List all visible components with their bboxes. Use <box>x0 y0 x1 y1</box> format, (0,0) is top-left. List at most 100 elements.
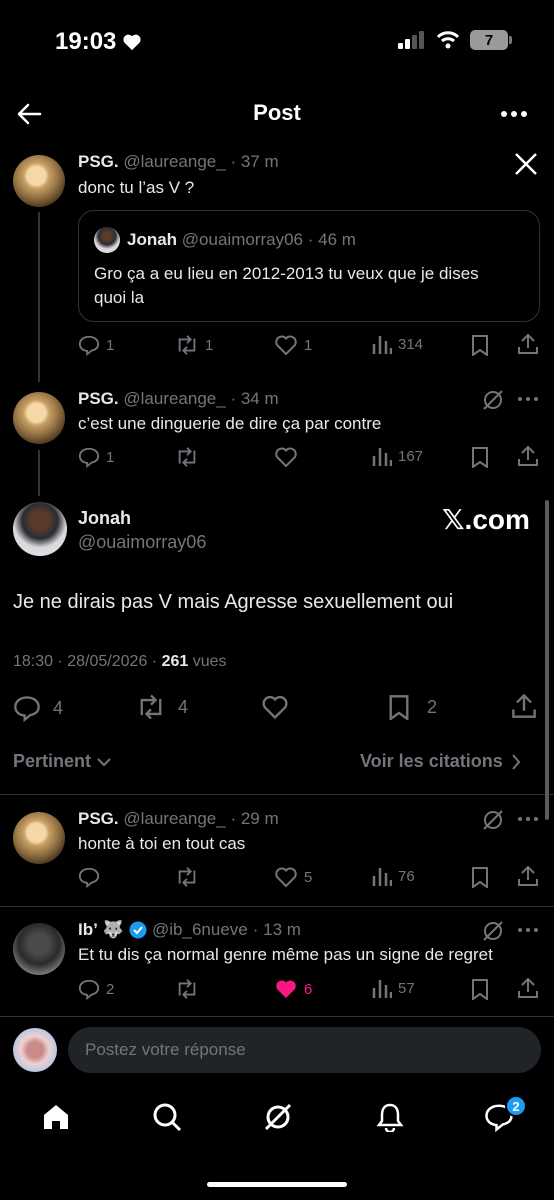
more-options-icon[interactable] <box>517 816 539 822</box>
x-logo-icon <box>515 153 537 175</box>
reply-button[interactable] <box>78 866 106 888</box>
post-text: c’est une dinguerie de dire ça par contr… <box>78 414 382 433</box>
quote-time: · 46 m <box>307 230 356 249</box>
repost-button[interactable] <box>175 446 205 468</box>
reply-icon <box>78 979 100 1000</box>
repost-icon <box>140 694 162 720</box>
repost-button[interactable]: 1 <box>175 334 213 356</box>
reply-button[interactable]: 1 <box>78 334 114 356</box>
author-name[interactable]: PSG. <box>78 809 119 828</box>
post-time: · 34 m <box>230 389 279 408</box>
views-button[interactable]: 76 <box>372 866 415 886</box>
avatar[interactable] <box>13 502 67 556</box>
avatar[interactable] <box>13 392 65 444</box>
author-handle[interactable]: @ib_6nueve <box>152 920 248 940</box>
repost-icon <box>178 867 196 887</box>
bookmark-button[interactable]: 2 <box>387 694 437 720</box>
bookmark-icon[interactable] <box>470 978 490 1000</box>
author-name[interactable]: PSG. <box>78 389 119 408</box>
heart-icon <box>275 335 297 356</box>
repost-button[interactable]: 4 <box>136 694 188 720</box>
views-button[interactable]: 167 <box>372 446 423 466</box>
post-time: · 13 m <box>252 920 301 939</box>
avatar[interactable] <box>13 923 65 975</box>
share-icon[interactable] <box>517 977 539 999</box>
more-options-icon[interactable] <box>517 927 539 933</box>
like-button[interactable] <box>274 446 304 468</box>
like-button[interactable]: 6 <box>274 978 312 1000</box>
more-options-icon[interactable] <box>517 396 539 402</box>
home-icon[interactable] <box>41 1102 71 1132</box>
share-icon[interactable] <box>517 865 539 887</box>
bookmark-icon[interactable] <box>470 866 490 888</box>
bookmark-icon[interactable] <box>470 446 490 468</box>
author-name[interactable]: Ib’ <box>78 920 98 940</box>
wifi-icon <box>436 31 460 49</box>
thread-line <box>38 450 40 496</box>
grok-icon[interactable] <box>482 389 504 411</box>
divider <box>0 794 554 795</box>
status-indicators: 7 <box>398 30 512 50</box>
author-emoji: 🐺 <box>102 920 125 939</box>
avatar[interactable] <box>13 155 65 207</box>
verified-badge-icon <box>129 921 147 939</box>
battery-indicator: 7 <box>470 30 512 50</box>
author-handle[interactable]: @laureange_ <box>123 809 225 828</box>
status-time: 19:03 <box>55 28 142 56</box>
notifications-bell-icon[interactable] <box>375 1102 405 1132</box>
bookmark-icon[interactable] <box>470 334 490 356</box>
author-handle[interactable]: @laureange_ <box>123 389 225 408</box>
quote-text: Gro ça a eu lieu en 2012-2013 tu veux qu… <box>94 264 479 307</box>
reply-button[interactable]: 2 <box>78 978 114 1000</box>
heart-icon <box>275 867 297 888</box>
share-icon[interactable] <box>517 445 539 467</box>
repost-icon <box>178 335 196 355</box>
heart-status-icon <box>123 34 141 51</box>
views-icon <box>372 448 392 466</box>
more-options-icon[interactable] <box>500 110 528 118</box>
share-icon[interactable] <box>517 333 539 355</box>
repost-button[interactable] <box>175 978 205 1000</box>
reply-button[interactable]: 4 <box>13 694 63 722</box>
main-post-text: Je ne dirais pas V mais Agresse sexuelle… <box>13 591 454 613</box>
repost-icon <box>178 979 196 999</box>
heart-icon[interactable] <box>261 694 289 720</box>
view-quotes-link[interactable]: Voir les citations <box>360 751 521 772</box>
brand-watermark: 𝕏.com <box>442 504 530 535</box>
search-icon[interactable] <box>152 1102 182 1132</box>
author-name[interactable]: PSG. <box>78 152 119 171</box>
grok-icon[interactable] <box>263 1102 293 1132</box>
chevron-right-icon <box>511 753 521 770</box>
reply3-header: PSG. @laureange_ · 29 m <box>78 809 279 829</box>
views-button[interactable]: 314 <box>372 334 423 354</box>
post-text: honte à toi en tout cas <box>78 834 246 853</box>
reply-input[interactable]: Postez votre réponse <box>68 1027 541 1073</box>
reply-button[interactable]: 1 <box>78 446 114 468</box>
author-handle[interactable]: @ouaimorray06 <box>78 532 206 553</box>
author-name[interactable]: Jonah <box>78 508 131 529</box>
reply-icon <box>78 867 100 888</box>
views-icon <box>372 336 392 354</box>
repost-button[interactable] <box>175 866 205 888</box>
views-button[interactable]: 57 <box>372 978 415 998</box>
reply-icon <box>14 696 40 722</box>
avatar[interactable] <box>13 812 65 864</box>
repost-icon <box>178 447 196 467</box>
like-button[interactable]: 5 <box>274 866 312 888</box>
divider <box>0 906 554 907</box>
page-title: Post <box>253 100 301 125</box>
quote-header: Jonah @ouaimorray06 · 46 m <box>127 230 356 250</box>
author-handle[interactable]: @laureange_ <box>123 152 225 171</box>
chevron-down-icon <box>97 757 111 766</box>
reply-icon <box>78 335 100 356</box>
like-button[interactable]: 1 <box>274 334 312 356</box>
sort-dropdown[interactable]: Pertinent <box>13 751 111 772</box>
share-icon[interactable] <box>511 693 537 719</box>
post-time: · 29 m <box>230 809 279 828</box>
messages-badge: 2 <box>505 1095 527 1117</box>
grok-icon[interactable] <box>482 920 504 942</box>
quote-author-handle: @ouaimorray06 <box>181 230 303 249</box>
grok-icon[interactable] <box>482 809 504 831</box>
scrollbar[interactable] <box>545 500 549 820</box>
thread-line <box>38 212 40 382</box>
